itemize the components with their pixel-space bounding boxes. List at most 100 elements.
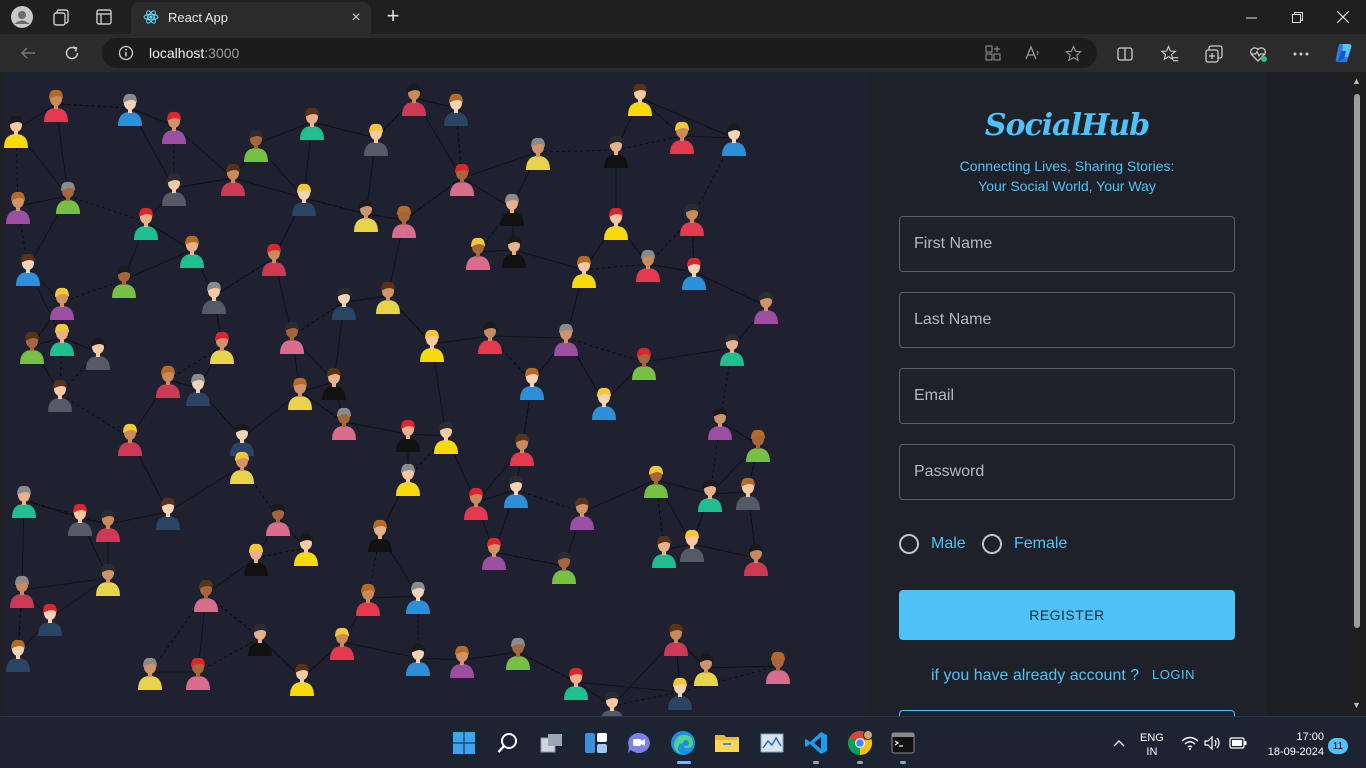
person-avatar-icon: [20, 331, 44, 364]
radio-circle-icon[interactable]: [982, 534, 1002, 554]
wifi-icon[interactable]: [1181, 734, 1199, 752]
split-screen-icon[interactable]: [1114, 43, 1136, 65]
copilot-icon[interactable]: [1331, 40, 1357, 66]
network-link: [67, 195, 147, 223]
network-link: [461, 651, 519, 661]
person-avatar-icon: [244, 129, 268, 162]
collections-icon[interactable]: [1203, 43, 1225, 65]
person-avatar-icon: [194, 579, 218, 612]
site-info-icon[interactable]: [118, 45, 134, 66]
radio-circle-icon[interactable]: [899, 534, 919, 554]
tab-actions-icon[interactable]: [93, 6, 115, 28]
network-link: [21, 577, 109, 591]
widgets-icon[interactable]: [583, 730, 609, 756]
profile-avatar-icon[interactable]: [11, 6, 33, 28]
refresh-icon[interactable]: [59, 40, 85, 66]
gender-female-radio[interactable]: Female: [982, 534, 1067, 554]
person-avatar-icon: [86, 337, 110, 370]
system-clock[interactable]: 17:00 18-09-2024: [1258, 730, 1324, 760]
person-avatar-icon: [478, 321, 502, 354]
battery-icon[interactable]: [1229, 734, 1247, 752]
scrollbar-thumb[interactable]: [1354, 94, 1360, 628]
people-network-illustration: [4, 72, 867, 716]
network-link: [489, 335, 567, 339]
person-avatar-icon: [368, 519, 392, 552]
person-avatar-icon: [288, 377, 312, 410]
register-button[interactable]: REGISTER: [899, 590, 1235, 640]
person-avatar-icon: [592, 387, 616, 420]
person-avatar-icon: [722, 123, 746, 156]
last-name-input[interactable]: [900, 293, 1234, 347]
resource-monitor-icon[interactable]: [759, 730, 785, 756]
person-avatar-icon: [670, 121, 694, 154]
person-avatar-icon: [210, 331, 234, 364]
password-field[interactable]: [899, 444, 1235, 500]
person-avatar-icon: [572, 255, 596, 288]
person-avatar-icon: [652, 535, 676, 568]
person-avatar-icon: [552, 551, 576, 584]
login-link[interactable]: LOGIN: [1152, 667, 1195, 682]
scroll-up-arrow-icon[interactable]: ▲: [1352, 76, 1361, 86]
notification-badge[interactable]: 11: [1328, 738, 1348, 754]
person-avatar-icon: [96, 509, 120, 542]
workspaces-icon[interactable]: [51, 6, 73, 28]
back-arrow-icon[interactable]: [15, 40, 41, 66]
minimize-icon[interactable]: [1228, 0, 1274, 34]
windows-start-icon[interactable]: [451, 730, 477, 756]
terminal-icon[interactable]: [890, 730, 916, 756]
page-scrollbar[interactable]: ▲ ▼: [1348, 72, 1366, 716]
person-avatar-icon: [564, 667, 588, 700]
chrome-icon[interactable]: [847, 730, 873, 756]
person-avatar-icon: [118, 93, 142, 126]
scroll-down-arrow-icon[interactable]: ▼: [1352, 700, 1361, 710]
app-available-icon[interactable]: [982, 42, 1004, 64]
edge-browser-icon[interactable]: [670, 730, 696, 756]
show-hidden-icons-chevron-icon[interactable]: [1110, 734, 1128, 752]
person-avatar-icon: [406, 581, 430, 614]
teams-chat-icon[interactable]: [626, 730, 652, 756]
close-window-icon[interactable]: [1320, 0, 1366, 34]
person-avatar-icon: [376, 281, 400, 314]
more-options-icon[interactable]: [1290, 43, 1312, 65]
password-input[interactable]: [900, 445, 1234, 499]
restore-icon[interactable]: [1274, 0, 1320, 34]
react-logo-icon: [143, 9, 159, 30]
network-link: [477, 249, 515, 253]
gender-male-label: Male: [931, 535, 966, 552]
network-link: [705, 665, 779, 669]
person-avatar-icon: [134, 207, 158, 240]
person-avatar-icon: [510, 433, 534, 466]
gender-male-radio[interactable]: Male: [899, 534, 966, 554]
first-name-field[interactable]: [899, 216, 1235, 272]
url-host: localhost: [149, 45, 205, 61]
new-tab-button[interactable]: +: [382, 5, 404, 28]
search-icon[interactable]: [495, 730, 521, 756]
email-field[interactable]: [899, 368, 1235, 424]
network-link: [681, 135, 735, 139]
person-avatar-icon: [180, 235, 204, 268]
person-avatar-icon: [694, 653, 718, 686]
input-language-indicator[interactable]: ENG IN: [1140, 731, 1164, 759]
favorites-icon[interactable]: [1159, 43, 1181, 65]
person-avatar-icon: [266, 503, 290, 536]
person-avatar-icon: [450, 163, 474, 196]
email-input[interactable]: [900, 369, 1234, 423]
network-graph: [4, 83, 790, 716]
last-name-field[interactable]: [899, 292, 1235, 348]
file-explorer-icon[interactable]: [714, 730, 740, 756]
close-tab-icon[interactable]: ×: [346, 8, 366, 28]
address-bar[interactable]: localhost:3000: [102, 38, 1097, 68]
browser-essentials-icon[interactable]: [1247, 43, 1269, 65]
first-name-input[interactable]: [900, 217, 1234, 271]
network-link: [643, 347, 733, 363]
gender-female-label: Female: [1014, 535, 1068, 552]
person-avatar-icon: [44, 89, 68, 122]
volume-icon[interactable]: [1204, 734, 1222, 752]
person-avatar-icon: [682, 257, 706, 290]
vscode-icon[interactable]: [803, 730, 829, 756]
read-aloud-icon[interactable]: [1022, 42, 1044, 64]
network-link: [343, 295, 389, 303]
tab-react-app[interactable]: React App ×: [131, 2, 371, 34]
task-view-icon[interactable]: [539, 730, 565, 756]
favorite-star-icon[interactable]: [1062, 42, 1084, 64]
